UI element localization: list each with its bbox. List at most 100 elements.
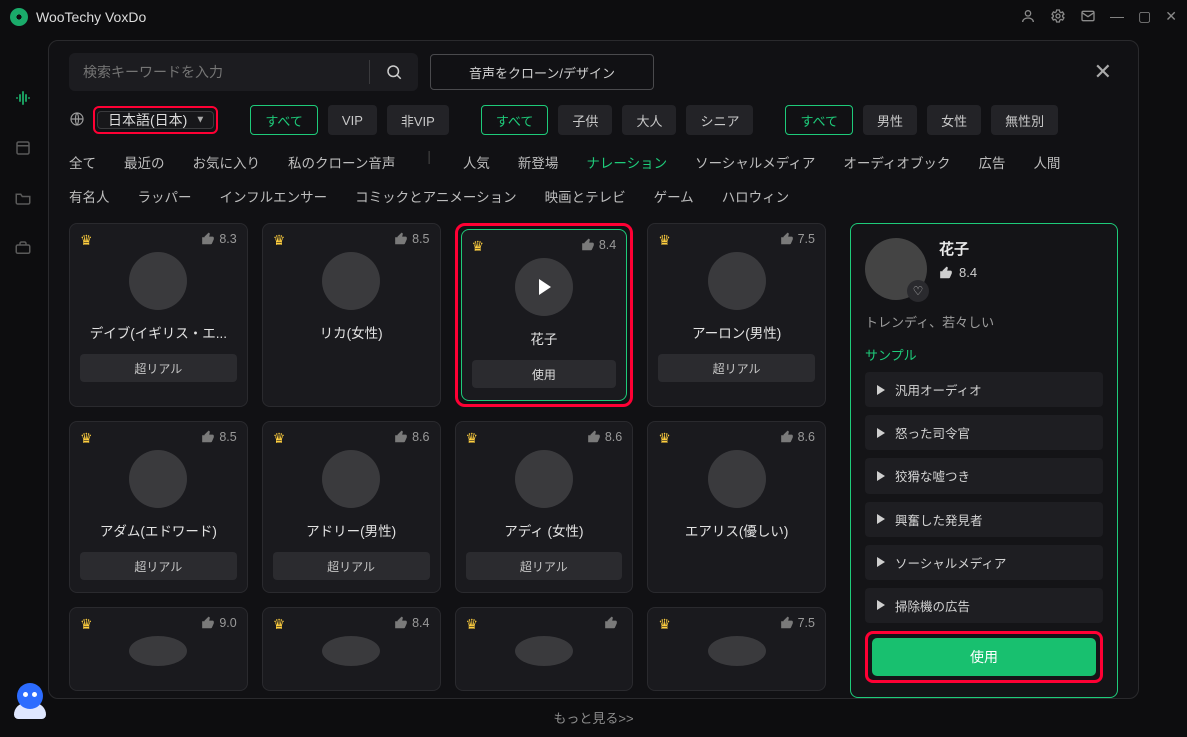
cat-new[interactable]: 新登場 xyxy=(518,149,559,175)
voice-avatar[interactable] xyxy=(515,636,573,666)
sample-row[interactable]: 掃除機の広告 xyxy=(865,588,1103,623)
voice-avatar[interactable] xyxy=(515,258,573,316)
search-button[interactable] xyxy=(370,53,418,91)
filter-age-all[interactable]: すべて xyxy=(481,105,549,135)
voice-tag: 超リアル xyxy=(80,552,237,580)
voice-card[interactable]: ♛7.5アーロン(男性)超リアル xyxy=(647,223,826,407)
voice-avatar[interactable] xyxy=(129,252,187,310)
cat-social[interactable]: ソーシャルメディア xyxy=(695,149,815,175)
voice-avatar[interactable] xyxy=(515,450,573,508)
cat-halloween[interactable]: ハロウィン xyxy=(722,183,790,209)
voice-tag: 超リアル xyxy=(273,552,430,580)
voice-rating: 8.5 xyxy=(201,430,236,444)
filter-gender-male[interactable]: 男性 xyxy=(863,105,917,135)
settings-icon[interactable] xyxy=(1050,8,1066,27)
mail-icon[interactable] xyxy=(1080,8,1096,27)
voice-card[interactable]: ♛7.5 xyxy=(647,607,826,691)
filter-tier-vip[interactable]: VIP xyxy=(328,105,377,135)
cat-audiobook[interactable]: オーディオブック xyxy=(843,149,950,175)
favorite-icon[interactable]: ♡ xyxy=(907,280,929,302)
app-logo xyxy=(10,8,28,26)
sample-row[interactable]: ソーシャルメディア xyxy=(865,545,1103,580)
voice-avatar[interactable] xyxy=(129,636,187,666)
filter-age-senior[interactable]: シニア xyxy=(686,105,753,135)
voice-rating: 8.6 xyxy=(780,430,815,444)
window-minimize[interactable]: — xyxy=(1110,8,1124,27)
app-name: WooTechy VoxDo xyxy=(36,9,146,25)
filter-tier-nonvip[interactable]: 非VIP xyxy=(387,105,449,135)
cat-myclone[interactable]: 私のクローン音声 xyxy=(288,149,395,175)
clone-design-button[interactable]: 音声をクローン/デザイン xyxy=(430,54,654,90)
filter-gender-all[interactable]: すべて xyxy=(785,105,853,135)
cat-comic[interactable]: コミックとアニメーション xyxy=(355,183,516,209)
sample-row[interactable]: 狡猾な嘘つき xyxy=(865,458,1103,493)
use-voice-button[interactable]: 使用 xyxy=(872,638,1096,676)
voice-rating: 8.4 xyxy=(394,616,429,630)
account-icon[interactable] xyxy=(1020,8,1036,27)
voice-avatar[interactable] xyxy=(322,450,380,508)
window-close[interactable]: ✕ xyxy=(1165,8,1177,27)
cat-popular[interactable]: 人気 xyxy=(463,149,490,175)
filter-age-adult[interactable]: 大人 xyxy=(622,105,676,135)
sample-list[interactable]: 汎用オーディオ怒った司令官狡猾な嘘つき興奮した発見者ソーシャルメディア掃除機の広… xyxy=(865,372,1103,623)
voice-card[interactable]: ♛9.0 xyxy=(69,607,248,691)
sample-row[interactable]: 興奮した発見者 xyxy=(865,502,1103,537)
voice-tag[interactable]: 使用 xyxy=(472,360,617,388)
rail-voice-icon[interactable] xyxy=(9,84,37,112)
sample-label: 汎用オーディオ xyxy=(895,380,982,399)
voice-card[interactable]: ♛8.4 xyxy=(262,607,441,691)
cat-human[interactable]: 人間 xyxy=(1033,149,1060,175)
voice-card[interactable]: ♛8.6アドリー(男性)超リアル xyxy=(262,421,441,593)
close-icon[interactable]: ✕ xyxy=(1088,55,1118,89)
cat-influencer[interactable]: インフルエンサー xyxy=(220,183,328,209)
filter-age-child[interactable]: 子供 xyxy=(558,105,612,135)
sample-label: ソーシャルメディア xyxy=(895,553,1006,572)
voice-name: アドリー(男性) xyxy=(306,520,396,540)
sample-row[interactable]: 怒った司令官 xyxy=(865,415,1103,450)
voice-grid-scroll[interactable]: ♛8.3デイブ(イギリス・エ...超リアル♛8.5リカ(女性)♛8.4花子使用♛… xyxy=(69,223,832,698)
language-select[interactable]: 日本語(日本) ▼ xyxy=(97,111,214,129)
filter-tier-all[interactable]: すべて xyxy=(250,105,318,135)
cat-fav[interactable]: お気に入り xyxy=(193,149,261,175)
voice-card[interactable]: ♛ xyxy=(455,607,634,691)
chevron-down-icon: ▼ xyxy=(195,115,205,126)
voice-card[interactable]: ♛8.6アディ (女性)超リアル xyxy=(455,421,634,593)
window-maximize[interactable]: ▢ xyxy=(1138,8,1151,27)
voice-avatar[interactable] xyxy=(322,636,380,666)
voice-avatar[interactable] xyxy=(708,252,766,310)
voice-picker-modal: 音声をクローン/デザイン ✕ 日本語(日本) ▼ すべて VIP 非VIP すべ… xyxy=(48,40,1139,699)
cat-game[interactable]: ゲーム xyxy=(654,183,694,209)
cat-movie[interactable]: 映画とテレビ xyxy=(545,183,626,209)
rail-tools-icon[interactable] xyxy=(9,234,37,262)
voice-card[interactable]: ♛8.6エアリス(優しい) xyxy=(647,421,826,593)
rail-library-icon[interactable] xyxy=(9,134,37,162)
see-more-link[interactable]: もっと見る>> xyxy=(553,708,633,727)
play-icon[interactable] xyxy=(515,258,573,316)
rail-folder-icon[interactable] xyxy=(9,184,37,212)
voice-avatar[interactable] xyxy=(322,252,380,310)
cat-recent[interactable]: 最近の xyxy=(124,149,165,175)
cat-ad[interactable]: 広告 xyxy=(978,149,1005,175)
cat-all[interactable]: 全て xyxy=(69,149,96,175)
voice-name: 花子 xyxy=(530,328,557,348)
cat-narration[interactable]: ナレーション xyxy=(586,149,667,175)
filter-gender-none[interactable]: 無性別 xyxy=(991,105,1058,135)
crown-icon: ♛ xyxy=(472,238,485,255)
sample-row[interactable]: 汎用オーディオ xyxy=(865,372,1103,407)
voice-card[interactable]: ♛8.4花子使用 xyxy=(461,229,628,401)
voice-grid: ♛8.3デイブ(イギリス・エ...超リアル♛8.5リカ(女性)♛8.4花子使用♛… xyxy=(69,223,826,691)
voice-card[interactable]: ♛8.5アダム(エドワード)超リアル xyxy=(69,421,248,593)
detail-voice-name: 花子 xyxy=(939,238,977,259)
voice-avatar[interactable] xyxy=(708,636,766,666)
cat-celeb[interactable]: 有名人 xyxy=(69,183,110,209)
voice-card[interactable]: ♛8.3デイブ(イギリス・エ...超リアル xyxy=(69,223,248,407)
voice-name: アダム(エドワード) xyxy=(100,520,217,540)
filter-gender-female[interactable]: 女性 xyxy=(927,105,981,135)
voice-avatar[interactable] xyxy=(129,450,187,508)
cat-rapper[interactable]: ラッパー xyxy=(138,183,192,209)
voice-avatar[interactable] xyxy=(708,450,766,508)
search-input[interactable] xyxy=(69,53,369,91)
voice-card[interactable]: ♛8.5リカ(女性) xyxy=(262,223,441,407)
sample-label: 狡猾な嘘つき xyxy=(895,466,970,485)
assistant-bubble[interactable] xyxy=(12,683,48,719)
